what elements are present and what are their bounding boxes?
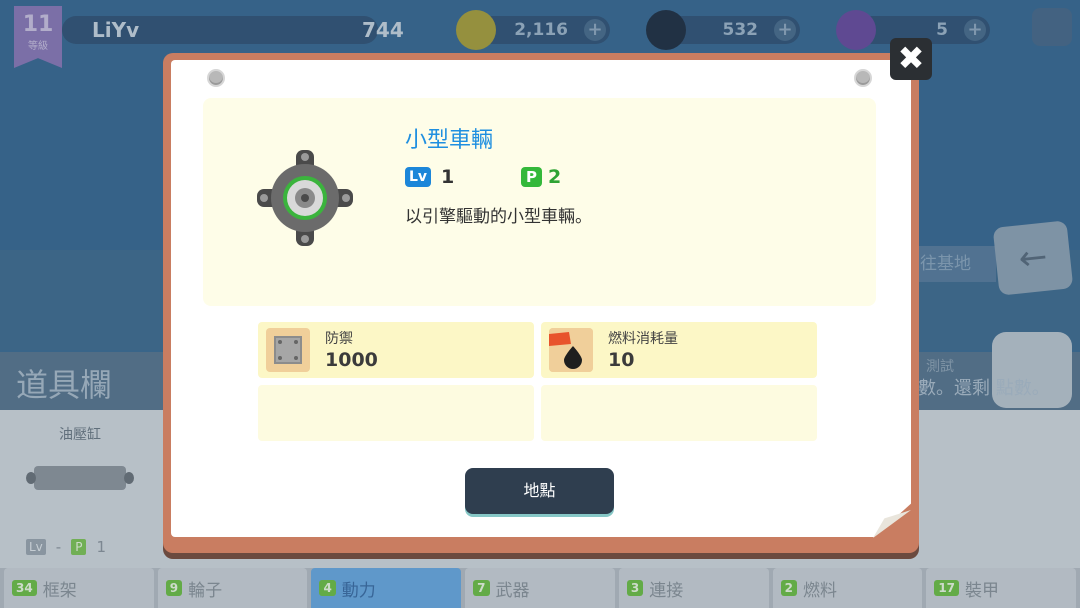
stat-fuel-value: 10 <box>608 349 635 371</box>
part-info-box: 小型車輛 Lv 1 P 2 以引擎驅動的小型車輛。 <box>203 98 876 306</box>
stat-armor: 防禦 1000 <box>258 322 534 378</box>
pin-icon <box>854 69 872 87</box>
fuel-drop-icon <box>549 328 593 372</box>
stat-fuel: 燃料消耗量 10 <box>541 322 817 378</box>
stat-empty-slot <box>258 385 534 441</box>
lv-badge: Lv <box>405 167 432 187</box>
stat-armor-label: 防禦 <box>325 331 353 347</box>
stat-empty-slot <box>541 385 817 441</box>
part-name: 小型車輛 <box>405 128 494 153</box>
p-value: 2 <box>548 166 562 188</box>
p-badge: P <box>521 167 543 187</box>
close-button[interactable]: ✖ <box>890 38 932 80</box>
lv-value: 1 <box>441 166 455 188</box>
stat-fuel-label: 燃料消耗量 <box>608 331 678 347</box>
part-level-row: Lv 1 P 2 <box>405 166 561 188</box>
part-description: 以引擎驅動的小型車輛。 <box>405 207 592 227</box>
place-button[interactable]: 地點 <box>465 468 614 514</box>
armor-plate-icon <box>266 328 310 372</box>
small-vehicle-part-icon <box>257 150 353 246</box>
pin-icon <box>207 69 225 87</box>
stat-armor-value: 1000 <box>325 349 378 371</box>
